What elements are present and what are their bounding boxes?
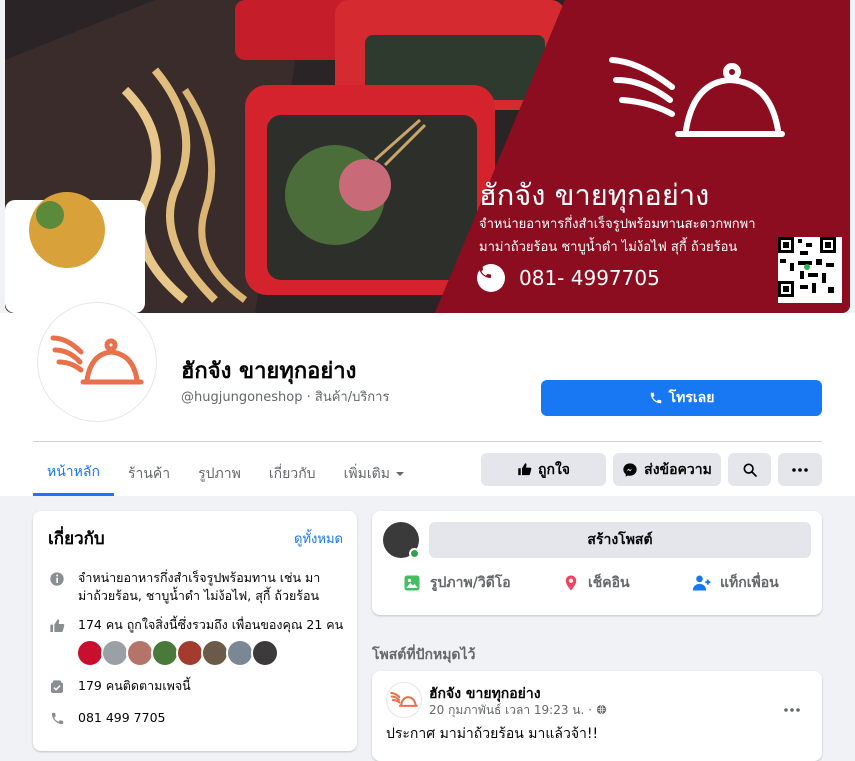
info-icon [50,572,64,586]
friend-avatar[interactable] [176,639,204,667]
check-in-button[interactable]: เช็คอิน [562,572,630,594]
search-button[interactable] [728,453,771,486]
brand-logo-icon [390,691,418,707]
followers-count-text: 179 คนติดตามเพจนี้ [78,678,191,693]
phone-icon [650,392,661,404]
tab-home[interactable]: หน้าหลัก [33,451,114,496]
friend-avatar[interactable] [101,639,129,667]
search-icon [743,463,757,477]
like-page-button[interactable]: ถูกใจ [481,453,606,486]
about-title: เกี่ยวกับ [48,529,105,549]
phone-number-text: 081 499 7705 [78,710,166,725]
pinned-posts-title: โพสต์ที่ปักหมุดไว้ [372,647,476,663]
more-options-button[interactable] [778,453,822,486]
phone-icon [51,712,63,725]
cover-title: ฮักจัง ขายทุกอย่าง [479,178,710,212]
qr-code-icon [778,237,842,303]
cover-phone: 081- 4997705 [477,264,660,292]
cover-artwork [5,0,850,313]
friend-avatar[interactable] [201,639,229,667]
location-pin-icon [565,575,577,591]
tab-photos[interactable]: รูปภาพ [184,451,255,496]
follow-check-icon [51,680,63,693]
post-author-avatar[interactable] [386,682,422,718]
cover-products: มาม่าถ้วยร้อน ชาบูน้ำดำ ไม่ง้อไฟ สุกี้ ถ… [479,240,738,255]
send-message-button[interactable]: ส่งข้อความ [613,453,721,486]
more-dots-icon [792,467,808,472]
page-avatar[interactable] [38,303,156,421]
friend-avatars[interactable] [76,639,279,667]
caret-down-icon [395,471,404,476]
create-post-button[interactable]: สร้างโพสต์ [429,522,811,558]
see-all-link[interactable]: ดูทั้งหมด [294,528,343,549]
post-timestamp[interactable]: 20 กุมภาพันธ์ เวลา 19:23 น. · [429,701,607,720]
pinned-post: ฮักจัง ขายทุกอย่าง 20 กุมภาพันธ์ เวลา 19… [372,671,822,761]
phone-icon [477,264,505,292]
post-date-text: 20 กุมภาพันธ์ เวลา 19:23 น. · [429,703,592,717]
user-avatar[interactable] [383,522,420,559]
friend-avatar[interactable] [126,639,154,667]
like-label: ถูกใจ [538,461,570,478]
post-options-button[interactable] [784,697,800,716]
friend-avatar[interactable] [151,639,179,667]
tab-shop-label: ร้านค้า [127,465,171,482]
about-likes: 174 คน ถูกใจสิ่งนี้ซึ่งรวมถึง เพื่อนของค… [48,616,343,634]
page-tabs: หน้าหลัก ร้านค้า รูปภาพ เกี่ยวกับ เพิ่มเ… [33,451,420,496]
post-body-text: ประกาศ มาม่าถ้วยร้อน มาแล้วจ้า!! [386,726,599,742]
cover-phone-number: 081- 4997705 [519,266,660,290]
about-description-line2: ม่าถ้วยร้อน, ชาบูน้ำดำ ไม่ง้อไฟ, สุกี้ ถ… [78,588,320,603]
tab-about[interactable]: เกี่ยวกับ [255,451,330,496]
thumbs-up-icon [518,463,532,476]
thumbs-up-icon [50,619,65,632]
tag-friends-icon [692,575,711,591]
photo-video-label: รูปภาพ/วิดีโอ [430,575,511,591]
about-followers: 179 คนติดตามเพจนี้ [48,677,191,695]
about-card: เกี่ยวกับ ดูทั้งหมด จำหน่ายอาหารกึ่งสำเร… [33,511,357,751]
tab-shop[interactable]: ร้านค้า [114,451,184,496]
tab-more-label: เพิ่มเติม [343,465,390,482]
post-composer: สร้างโพสต์ รูปภาพ/วิดีโอ เช็คอิน แท็กเพื… [372,511,822,615]
about-phone[interactable]: 081 499 7705 [48,709,165,727]
cover-photo[interactable]: ฮักจัง ขายทุกอย่าง จำหน่ายอาหารกึ่งสำเร็… [5,0,850,313]
message-label: ส่งข้อความ [644,461,712,478]
tab-more[interactable]: เพิ่มเติม [330,451,420,496]
friend-avatar[interactable] [226,639,254,667]
tab-about-label: เกี่ยวกับ [268,465,316,482]
tab-home-label: หน้าหลัก [47,464,100,480]
more-dots-icon [784,708,800,712]
photo-icon [404,575,420,591]
messenger-icon [623,462,637,477]
header-divider [33,441,822,442]
call-now-button[interactable]: โทรเลย [541,380,822,416]
tag-friends-label: แท็กเพื่อน [720,575,779,591]
friend-avatar[interactable] [251,639,279,667]
page-title: ฮักจัง ขายทุกอย่าง [181,359,357,384]
cover-tagline: จำหน่ายอาหารกึ่งสำเร็จรูปพร้อมทานสะดวกพก… [479,217,756,232]
about-description: จำหน่ายอาหารกึ่งสำเร็จรูปพร้อมทาน เช่น ม… [48,569,320,605]
brand-logo-icon [50,335,144,385]
page-handle-category: @hugjungoneshop · สินค้า/บริการ [181,390,390,405]
tag-friends-button[interactable]: แท็กเพื่อน [692,572,779,594]
tab-photos-label: รูปภาพ [198,465,241,482]
friend-avatar[interactable] [76,639,104,667]
about-description-line1: จำหน่ายอาหารกึ่งสำเร็จรูปพร้อมทาน เช่น ม… [78,570,321,585]
globe-icon [596,704,606,715]
photo-video-button[interactable]: รูปภาพ/วิดีโอ [402,572,511,594]
online-status-dot [409,548,420,559]
call-now-label: โทรเลย [668,390,715,406]
check-in-label: เช็คอิน [588,575,630,591]
likes-count-text: 174 คน ถูกใจสิ่งนี้ซึ่งรวมถึง เพื่อนของค… [78,617,344,632]
